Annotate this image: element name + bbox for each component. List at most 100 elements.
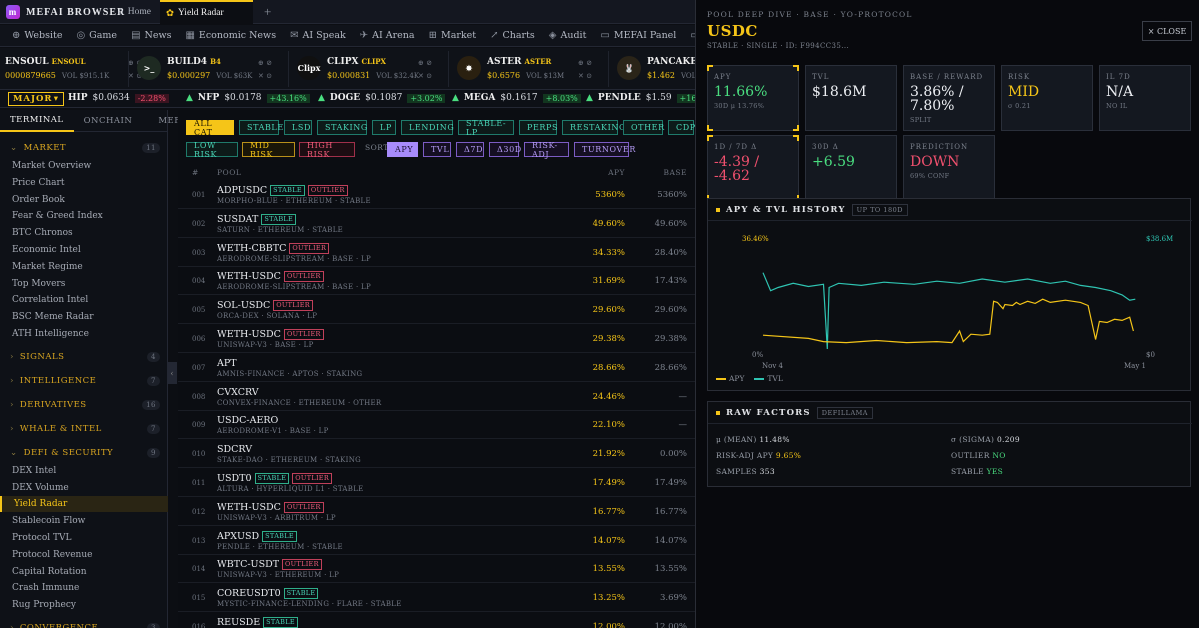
globe-icon[interactable]: ⊕ [258,59,264,67]
sidebar-item-top-movers[interactable]: Top Movers [0,276,168,292]
ticker-item[interactable]: ▲ DOGE $0.1087 +3.02% [318,93,446,103]
category-filter-lsd[interactable]: LSD [284,120,312,135]
sidebar-section-defi[interactable]: ⌄ DEFI & SECURITY 9 [0,445,168,461]
sidebar-item-fear-greed-index[interactable]: Fear & Greed Index [0,208,168,224]
table-row[interactable]: 001 ADPUSDC STABLE OUTLIER MORPHO-BLUE · ETH… [178,180,695,209]
table-row[interactable]: 009 USDC-AERO AERODROME-V1 · BASE · LP 22.1… [178,410,695,440]
sidebar-section-intelligence[interactable]: › INTELLIGENCE 7 [0,373,168,389]
table-row[interactable]: 014 WBTC-USDT OUTLIER UNISWAP-V3 · ETHEREUM… [178,554,695,584]
ticker-item[interactable]: HIP $0.0634 -2.28% [68,93,169,103]
risk-filter-low-risk[interactable]: LOW RISK [186,141,238,159]
sidebar-item-correlation-intel[interactable]: Correlation Intel [0,292,168,308]
sidebar-item-rug-prophecy[interactable]: Rug Prophecy [0,597,168,613]
sort-apy[interactable]: APY [387,142,418,157]
nav-item-2[interactable]: ▤ News [131,30,171,41]
table-row[interactable]: 010 SDCRV STAKE-DAO · ETHEREUM · STAKING 21… [178,439,695,469]
nav-item-1[interactable]: ◎ Game [76,30,117,41]
category-filter-stable[interactable]: STABLE [239,120,283,135]
sidebar-item-btc-chronos[interactable]: BTC Chronos [0,225,168,241]
sidebar-item-market-regime[interactable]: Market Regime [0,259,168,275]
ticker-item[interactable]: ▲ PENDLE $1.59 +16.62% [586,93,695,103]
sidebar-item-crash-immune[interactable]: Crash Immune [0,580,168,596]
category-filter-staking[interactable]: STAKING [317,120,367,135]
coin-card[interactable]: ENSOULENSOUL0000879665VOL $915.1K⊕ ⊘✕ ⊙ [0,51,148,87]
sidebar-tab-onchain[interactable]: ONCHAIN [74,110,143,132]
sidebar-section-convergence[interactable]: › CONVERGENCE 3 [0,620,168,628]
x-icon[interactable]: ✕ [418,72,424,80]
nav-item-0[interactable]: ⊕ Website [12,30,62,41]
coin-card[interactable]: Clipx CLIPX CLIPX $0.000831 VOL $32.4K ⊕ ⊘ ✕ ⊙ [288,51,438,87]
table-row[interactable]: 006 WETH-USDC OUTLIER UNISWAP-V3 · BASE · L… [178,324,695,353]
category-filter-cdp[interactable]: CDP [668,120,695,135]
sidebar-section-whale[interactable]: › WHALE & INTEL 7 [0,421,168,437]
sidebar-item-stablecoin-flow[interactable]: Stablecoin Flow [0,513,168,529]
globe-icon[interactable]: ⊕ [578,59,584,67]
category-filter-perps[interactable]: PERPS [519,120,558,135]
nav-item-3[interactable]: ▦ Economic News [185,30,276,41]
sidebar-item-price-chart[interactable]: Price Chart [0,175,168,191]
table-row[interactable]: 011 USDT0 STABLE OUTLIER ALTURA · HYPERLIQUI… [178,468,695,497]
apy-tvl-chart[interactable]: 36.46% $38.6M 0% $0 Nov 4 May 1 [708,221,1190,391]
sidebar-section-market[interactable]: ⌄ MARKET 11 [0,140,168,156]
sidebar-item-capital-rotation[interactable]: Capital Rotation [0,564,168,580]
nav-item-9[interactable]: ▭ MEFAI Panel [600,30,676,41]
sort--7d[interactable]: Δ7D [456,142,484,157]
category-filter-restaking[interactable]: RESTAKING [562,120,625,135]
category-filter-all-cat[interactable]: ALL CAT [186,119,234,137]
category-filter-stable-lp[interactable]: STABLE-LP [458,119,514,137]
tab-home[interactable]: ⌂ Home [112,0,157,24]
category-filter-other[interactable]: OTHER [623,120,664,135]
category-filter-lending[interactable]: LENDING [401,120,454,135]
nav-item-5[interactable]: ✈ AI Arena [360,30,415,41]
sort-turnover[interactable]: TURNOVER [574,142,635,157]
sidebar-item-dex-intel[interactable]: DEX Intel [0,463,168,479]
sidebar-item-ath-intelligence[interactable]: ATH Intelligence [0,326,168,342]
table-row[interactable]: 016 REUSDE STABLE 12.00% 12.00% [178,612,695,628]
table-row[interactable]: 015 COREUSDT0 STABLE MYSTIC-FINANCE-LENDING… [178,583,695,613]
sidebar-section-derivatives[interactable]: › DERIVATIVES 16 [0,397,168,413]
sidebar-item-bsc-meme-radar[interactable]: BSC Meme Radar [0,309,168,325]
link-icon[interactable]: ⊘ [586,59,592,67]
nav-item-6[interactable]: ⊞ Market [429,30,477,41]
sidebar-item-economic-intel[interactable]: Economic Intel [0,242,168,258]
sidebar-tab-terminal[interactable]: TERMINAL [0,110,74,132]
table-row[interactable]: 002 SUSDAT STABLE SATURN · ETHEREUM · STABL… [178,209,695,238]
copy-icon[interactable]: ⊙ [266,72,272,80]
risk-filter-mid-risk[interactable]: MID RISK [242,141,295,159]
table-row[interactable]: 013 APXUSD STABLE PENDLE · ETHEREUM · STABL… [178,526,695,555]
sort--30d[interactable]: Δ30D [489,142,521,157]
ticker-item[interactable]: ▲ MEGA $0.1617 +8.03% [452,93,581,103]
x-icon[interactable]: ✕ [578,72,584,80]
close-button[interactable]: × CLOSE [1142,21,1192,41]
category-filter-lp[interactable]: LP [372,120,396,135]
new-tab-button[interactable]: + [258,0,277,24]
link-icon[interactable]: ⊘ [426,59,432,67]
sidebar-item-market-overview[interactable]: Market Overview [0,158,168,174]
sort-tvl[interactable]: TVL [423,142,451,157]
sidebar-item-dex-volume[interactable]: DEX Volume [0,480,168,496]
link-icon[interactable]: ⊘ [266,59,272,67]
sidebar-item-protocol-tvl[interactable]: Protocol TVL [0,530,168,546]
sort-risk-adj[interactable]: RISK-ADJ [524,141,569,159]
sidebar-item-order-book[interactable]: Order Book [0,192,168,208]
table-row[interactable]: 012 WETH-USDC OUTLIER UNISWAP-V3 · ARBITRUM… [178,497,695,526]
coin-card[interactable]: ✸ ASTER ASTER $0.6576 VOL $13M ⊕ ⊘ ✕ ⊙ [448,51,598,87]
major-select[interactable]: MAJOR ▾ [8,92,64,106]
table-row[interactable]: 007 APT AMNIS-FINANCE · APTOS · STAKING 28.… [178,353,695,382]
table-row[interactable]: 004 WETH-USDC OUTLIER AERODROME-SLIPSTREAM … [178,266,695,296]
table-row[interactable]: 008 CVXCRV CONVEX-FINANCE · ETHEREUM · OTH… [178,382,695,411]
nav-item-4[interactable]: ✉ AI Speak [290,30,346,41]
table-row[interactable]: 003 WETH-CBBTC OUTLIER AERODROME-SLIPSTREAM… [178,238,695,267]
tab-yield-radar[interactable]: ✿ Yield Radar [160,0,253,24]
sidebar-section-signals[interactable]: › SIGNALS 4 [0,349,168,365]
risk-filter-high-risk[interactable]: HIGH RISK [299,141,355,159]
copy-icon[interactable]: ⊙ [426,72,432,80]
sidebar-item-protocol-revenue[interactable]: Protocol Revenue [0,547,168,563]
sidebar-collapse-button[interactable]: ‹ [167,362,177,384]
sidebar-item-yield-radar[interactable]: Yield Radar [0,496,168,513]
table-row[interactable]: 005 SOL-USDC OUTLIER ORCA-DEX · SOLANA · LP… [178,295,695,325]
globe-icon[interactable]: ⊕ [418,59,424,67]
nav-item-8[interactable]: ◈ Audit [549,30,587,41]
x-icon[interactable]: ✕ [258,72,264,80]
nav-item-7[interactable]: ↗ Charts [490,30,535,41]
